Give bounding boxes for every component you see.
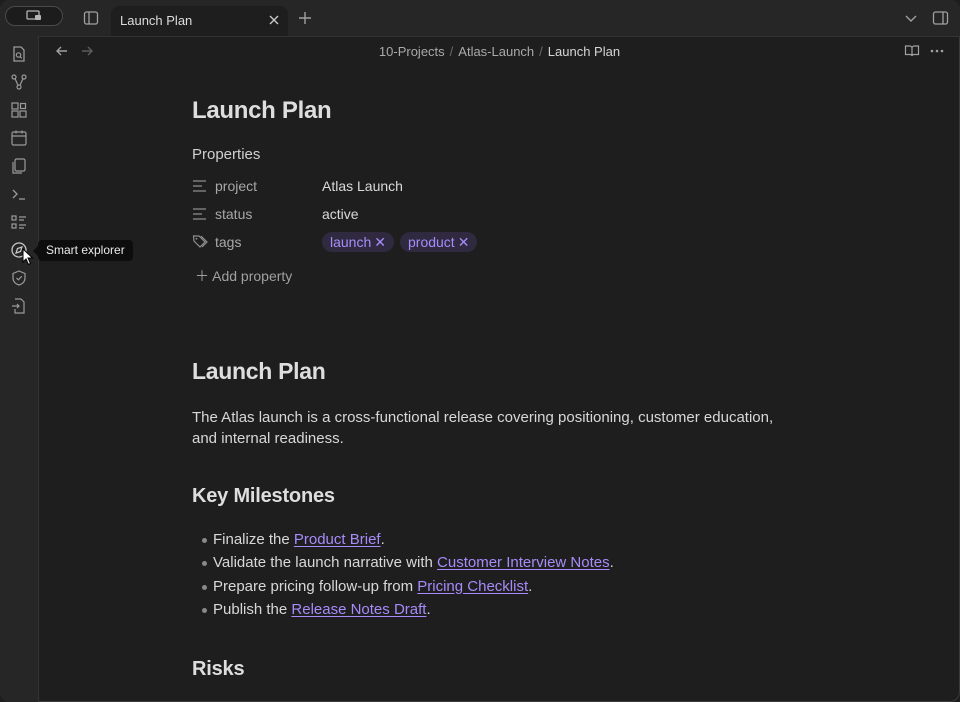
- list-item-text: .: [380, 531, 385, 548]
- remove-tag-icon[interactable]: ✕: [374, 234, 386, 250]
- list-item-text: .: [609, 554, 614, 572]
- list-item-text: Finalize the: [213, 531, 294, 548]
- heading-launch-plan[interactable]: Launch Plan: [192, 358, 326, 385]
- property-row-status: status active: [192, 202, 792, 226]
- breadcrumb-separator: /: [449, 44, 454, 59]
- new-tab-icon[interactable]: [296, 9, 314, 27]
- graph-view-icon[interactable]: [10, 73, 28, 91]
- copy-files-icon[interactable]: [10, 157, 28, 175]
- list-item-text: .: [528, 577, 533, 595]
- note-title[interactable]: Launch Plan: [192, 97, 332, 125]
- search-file-icon[interactable]: [10, 45, 28, 63]
- list-item[interactable]: Prepare pricing follow-up from Pricing C…: [202, 575, 792, 598]
- text-lines-icon[interactable]: [192, 178, 208, 194]
- app-window: Launch Plan Smart explorer 10-Projects /…: [0, 0, 960, 702]
- breadcrumb-separator: /: [539, 44, 543, 59]
- text-lines-icon[interactable]: [192, 206, 208, 222]
- internal-link[interactable]: Pricing Checklist: [417, 578, 528, 595]
- internal-link[interactable]: Customer Interview Notes: [437, 554, 610, 571]
- properties-heading[interactable]: Properties: [192, 146, 260, 163]
- terminal-icon[interactable]: [10, 185, 28, 203]
- breadcrumb: 10-Projects / Atlas-Launch / Launch Plan: [39, 44, 960, 59]
- reading-view-icon[interactable]: [904, 43, 920, 59]
- list-item[interactable]: Finalize the Product Brief.: [202, 528, 792, 551]
- tags-icon[interactable]: [192, 234, 208, 250]
- property-key[interactable]: project: [215, 178, 257, 194]
- checklist-icon[interactable]: [10, 213, 28, 231]
- add-property-label: Add property: [212, 268, 293, 284]
- heading-risks[interactable]: Risks: [192, 658, 245, 681]
- tab-title: Launch Plan: [120, 13, 193, 28]
- property-row-tags: tags launch ✕ product ✕: [192, 230, 792, 254]
- property-key[interactable]: tags: [215, 234, 241, 250]
- tag-label: product: [408, 234, 455, 250]
- plus-icon: ＋: [195, 268, 209, 284]
- add-property-button[interactable]: ＋ Add property: [195, 266, 292, 286]
- tooltip: Smart explorer: [33, 240, 133, 261]
- list-item-text: Validate the launch narrative with: [213, 554, 438, 572]
- calendar-icon[interactable]: [10, 129, 28, 147]
- tags-value: launch ✕ product ✕: [322, 232, 483, 252]
- internal-link[interactable]: Product Brief: [294, 531, 381, 548]
- view-header: 10-Projects / Atlas-Launch / Launch Plan: [39, 36, 960, 66]
- vault-icon: [26, 10, 41, 20]
- tag-pill[interactable]: product ✕: [400, 232, 478, 252]
- shield-check-icon[interactable]: [10, 269, 28, 287]
- file-export-icon[interactable]: [10, 297, 28, 315]
- title-bar: Launch Plan: [0, 0, 960, 37]
- property-value[interactable]: active: [322, 206, 359, 222]
- milestones-list: Finalize the Product Brief. Validate the…: [202, 528, 792, 621]
- sidebar-toggle-icon[interactable]: [82, 9, 100, 27]
- intro-paragraph[interactable]: The Atlas launch is a cross-functional r…: [192, 407, 792, 449]
- list-item[interactable]: Publish the Release Notes Draft.: [202, 598, 792, 621]
- breadcrumb-item[interactable]: Atlas-Launch: [458, 44, 534, 59]
- breadcrumb-item[interactable]: 10-Projects: [379, 44, 445, 59]
- list-item[interactable]: Validate the launch narrative with Custo…: [202, 551, 792, 574]
- tag-label: launch: [330, 234, 372, 250]
- close-icon[interactable]: [266, 12, 282, 28]
- property-value[interactable]: Atlas Launch: [322, 178, 403, 194]
- more-options-icon[interactable]: [929, 43, 945, 59]
- vault-switcher[interactable]: [5, 6, 63, 26]
- list-item-text: Publish the: [213, 600, 292, 618]
- left-ribbon: [0, 36, 39, 702]
- canvas-icon[interactable]: [10, 101, 28, 119]
- tab-launch-plan[interactable]: Launch Plan: [111, 6, 288, 36]
- tag-pill[interactable]: launch ✕: [322, 232, 394, 252]
- chevron-down-icon[interactable]: [902, 9, 920, 27]
- property-row-project: project Atlas Launch: [192, 174, 792, 198]
- mouse-cursor-icon: [22, 248, 34, 266]
- list-item-text: Prepare pricing follow-up from: [213, 577, 418, 595]
- breadcrumb-current[interactable]: Launch Plan: [548, 44, 620, 59]
- list-item-text: .: [426, 600, 431, 618]
- property-key[interactable]: status: [215, 206, 252, 222]
- heading-key-milestones[interactable]: Key Milestones: [192, 485, 335, 508]
- internal-link[interactable]: Release Notes Draft: [291, 601, 426, 618]
- right-sidebar-toggle-icon[interactable]: [930, 8, 950, 28]
- remove-tag-icon[interactable]: ✕: [458, 234, 470, 250]
